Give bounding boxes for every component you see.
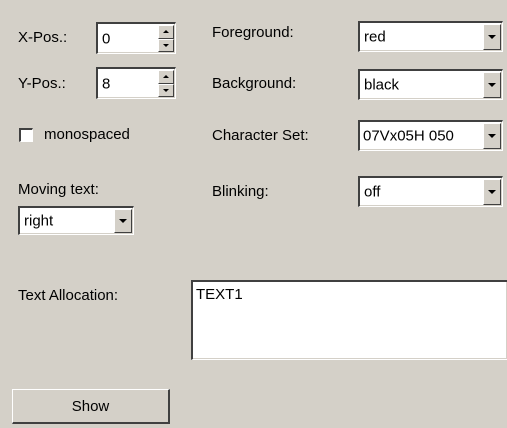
- xpos-increment-button[interactable]: [158, 25, 174, 39]
- ypos-decrement-button[interactable]: [158, 83, 174, 97]
- xpos-decrement-button[interactable]: [158, 38, 174, 52]
- dropdown-arrow-icon: [119, 219, 127, 223]
- dropdown-arrow-icon: [488, 190, 496, 194]
- dropdown-arrow-icon: [488, 83, 496, 87]
- monospaced-label[interactable]: monospaced: [44, 126, 130, 143]
- blinking-dropdown-button[interactable]: [483, 179, 501, 205]
- xpos-label: X-Pos.:: [18, 29, 68, 46]
- text-allocation-textarea[interactable]: TEXT1: [191, 280, 507, 360]
- text-allocation-value[interactable]: TEXT1: [196, 286, 243, 303]
- blinking-dropdown[interactable]: off: [358, 176, 503, 207]
- dropdown-arrow-icon: [488, 35, 496, 39]
- show-button-label: Show: [71, 397, 110, 415]
- spin-up-arrow-icon: [163, 30, 169, 34]
- blinking-value[interactable]: off: [364, 184, 380, 201]
- text-allocation-label: Text Allocation:: [18, 287, 119, 304]
- spin-down-arrow-icon: [163, 88, 169, 92]
- ypos-increment-button[interactable]: [158, 70, 174, 84]
- character-set-dropdown[interactable]: 07Vx05H 050: [358, 120, 503, 151]
- dropdown-arrow-icon: [488, 134, 496, 138]
- foreground-value[interactable]: red: [364, 29, 386, 46]
- ypos-label: Y-Pos.:: [18, 75, 66, 92]
- ypos-spinbox[interactable]: 8: [96, 67, 176, 99]
- spin-up-arrow-icon: [163, 75, 169, 79]
- monospaced-checkbox[interactable]: [19, 128, 33, 142]
- xpos-spin-buttons: [158, 25, 174, 52]
- foreground-label: Foreground:: [212, 24, 294, 41]
- moving-text-dropdown-button[interactable]: [114, 209, 132, 233]
- blinking-label: Blinking:: [212, 183, 269, 200]
- background-dropdown-button[interactable]: [483, 72, 501, 98]
- ypos-spin-buttons: [158, 70, 174, 97]
- moving-text-dropdown[interactable]: right: [18, 206, 134, 235]
- character-set-value[interactable]: 07Vx05H 050: [363, 128, 454, 145]
- background-value[interactable]: black: [364, 77, 399, 94]
- xpos-spinbox[interactable]: 0: [96, 22, 176, 54]
- ypos-value[interactable]: 8: [102, 75, 110, 92]
- foreground-dropdown-button[interactable]: [483, 24, 501, 50]
- character-set-label: Character Set:: [212, 127, 309, 144]
- background-dropdown[interactable]: black: [358, 69, 503, 100]
- moving-text-label: Moving text:: [18, 181, 99, 198]
- moving-text-value[interactable]: right: [24, 213, 53, 230]
- character-set-dropdown-button[interactable]: [483, 123, 501, 149]
- foreground-dropdown[interactable]: red: [358, 21, 503, 52]
- spin-down-arrow-icon: [163, 43, 169, 47]
- background-label: Background:: [212, 75, 297, 92]
- show-button[interactable]: Show: [12, 389, 170, 424]
- xpos-value[interactable]: 0: [102, 30, 110, 47]
